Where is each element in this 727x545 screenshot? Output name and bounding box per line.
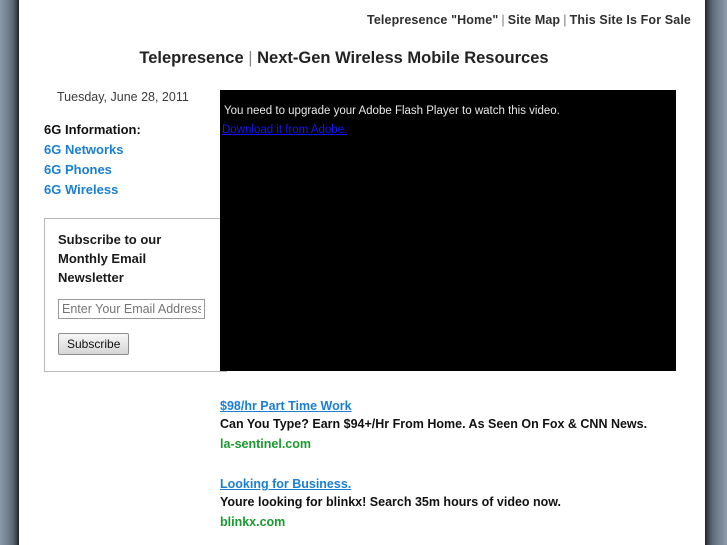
page-title-separator: |: [248, 49, 253, 67]
advertisement-list: $98/hr Part Time Work Can You Type? Earn…: [220, 397, 690, 531]
nav-separator: |: [501, 13, 505, 27]
nav-link-site-map[interactable]: Site Map: [508, 13, 560, 27]
flash-upgrade-message: You need to upgrade your Adobe Flash Pla…: [224, 105, 560, 117]
ad-display-url[interactable]: la-sentinel.com: [220, 437, 311, 451]
page-title: Telepresence | Next-Gen Wireless Mobile …: [19, 49, 705, 68]
sidebar-item-6g-networks[interactable]: 6G Networks: [44, 142, 221, 157]
ad-display-url[interactable]: blinkx.com: [220, 515, 285, 529]
right-edge-decoration: [705, 0, 727, 545]
left-edge-decoration: [0, 0, 19, 545]
sidebar-link-list: 6G Information: 6G Networks 6G Phones 6G…: [31, 122, 221, 197]
newsletter-subscribe-box: Subscribe to our Monthly Email Newslette…: [44, 218, 227, 372]
top-navigation: Telepresence "Home" | Site Map | This Site I…: [19, 0, 705, 27]
subscribe-heading: Subscribe to our Monthly Email Newslette…: [58, 232, 162, 285]
page-content: Telepresence "Home" | Site Map | This Site I…: [19, 0, 705, 545]
ad-title-link[interactable]: Looking for Business.: [220, 477, 351, 491]
video-player[interactable]: You need to upgrade your Adobe Flash Pla…: [220, 90, 676, 371]
sidebar-item-6g-phones[interactable]: 6G Phones: [44, 162, 221, 177]
subscribe-button[interactable]: Subscribe: [58, 332, 130, 355]
ad-block: Looking for Business. Youre looking for …: [220, 475, 690, 531]
nav-link-site-for-sale[interactable]: This Site Is For Sale: [570, 13, 691, 27]
main-content: You need to upgrade your Adobe Flash Pla…: [220, 90, 690, 545]
flash-download-link[interactable]: Download it from Adobe.: [222, 124, 347, 136]
nav-link-home[interactable]: Telepresence "Home": [367, 13, 498, 27]
nav-separator: |: [563, 13, 567, 27]
page-title-main: Telepresence: [139, 49, 244, 67]
page-title-subtitle: Next-Gen Wireless Mobile Resources: [257, 49, 549, 67]
email-input[interactable]: [58, 298, 205, 319]
sidebar: Tuesday, June 28, 2011 6G Information: 6…: [31, 90, 227, 372]
ad-description: Youre looking for blinkx! Search 35m hou…: [220, 495, 562, 509]
page-frame: Telepresence "Home" | Site Map | This Site I…: [0, 0, 727, 545]
ad-block: $98/hr Part Time Work Can You Type? Earn…: [220, 397, 690, 453]
sidebar-item-6g-wireless[interactable]: 6G Wireless: [44, 182, 221, 197]
ad-title-link[interactable]: $98/hr Part Time Work: [220, 399, 352, 413]
current-date: Tuesday, June 28, 2011: [57, 90, 189, 104]
ad-description: Can You Type? Earn $94+/Hr From Home. As…: [220, 417, 648, 431]
sidebar-list-heading: 6G Information:: [44, 122, 141, 137]
